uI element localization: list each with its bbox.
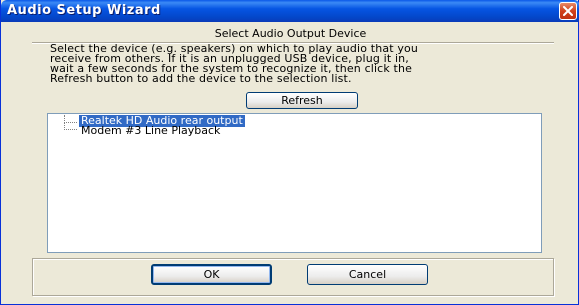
page-subtitle: Select Audio Output Device bbox=[214, 27, 367, 40]
device-label: Modem #3 Line Playback bbox=[81, 124, 221, 137]
tree-connector-icon bbox=[64, 122, 77, 130]
close-icon bbox=[563, 6, 573, 16]
instructions-text: Select the device (e.g. speakers) on whi… bbox=[50, 42, 418, 85]
ok-button[interactable]: OK bbox=[151, 264, 272, 285]
cancel-button[interactable]: Cancel bbox=[307, 264, 428, 285]
refresh-button[interactable]: Refresh bbox=[246, 92, 358, 109]
window-title: Audio Setup Wizard bbox=[7, 3, 161, 18]
dialog-window: Audio Setup Wizard Select Audio Output D… bbox=[0, 0, 579, 305]
button-panel bbox=[32, 258, 554, 296]
title-bar[interactable]: Audio Setup Wizard bbox=[1, 0, 579, 22]
device-list[interactable]: Realtek HD Audio rear output Modem #3 Li… bbox=[47, 113, 542, 253]
close-button[interactable] bbox=[559, 2, 577, 20]
